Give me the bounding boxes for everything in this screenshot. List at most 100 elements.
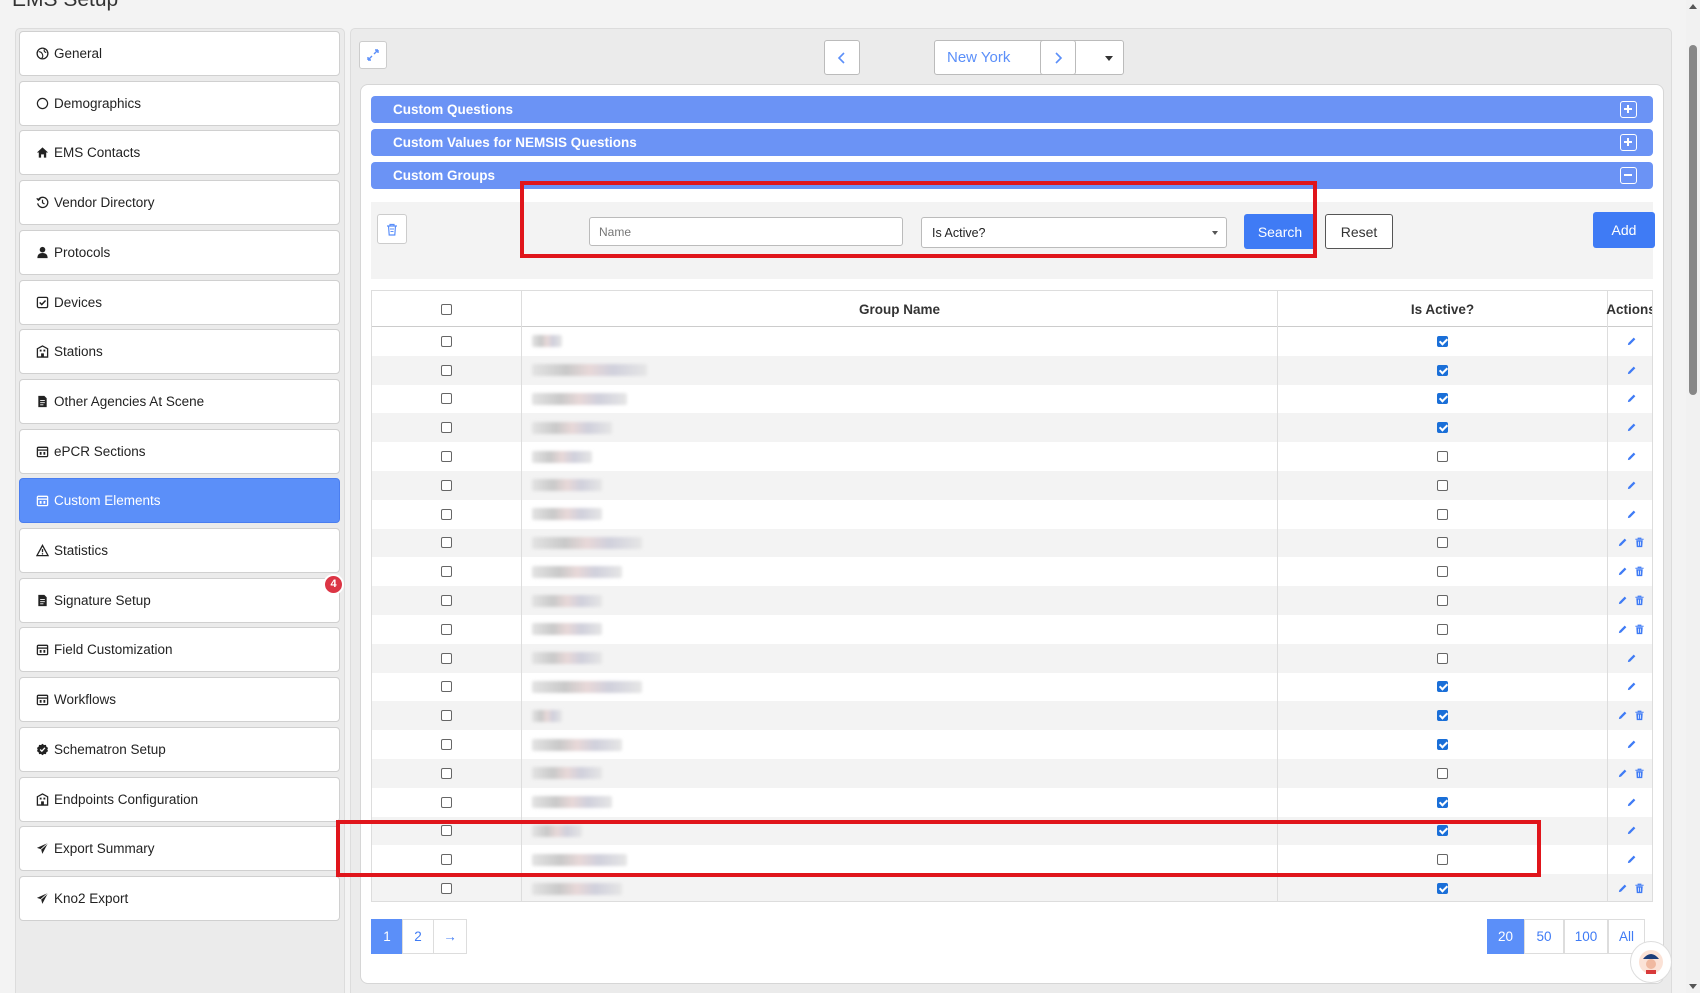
is-active-checkbox[interactable] — [1437, 883, 1448, 895]
scroll-down-icon[interactable] — [1689, 984, 1697, 989]
edit-pencil-icon[interactable] — [1617, 537, 1628, 548]
edit-pencil-icon[interactable] — [1617, 624, 1628, 635]
row-select-checkbox[interactable] — [441, 767, 452, 779]
sidebar-item[interactable]: Endpoints Configuration — [19, 776, 340, 822]
is-active-checkbox[interactable] — [1437, 796, 1448, 808]
edit-pencil-icon[interactable] — [1617, 883, 1628, 894]
is-active-checkbox[interactable] — [1437, 623, 1448, 635]
is-active-checkbox[interactable] — [1437, 825, 1448, 837]
is-active-checkbox[interactable] — [1437, 595, 1448, 607]
edit-pencil-icon[interactable] — [1626, 365, 1637, 376]
sidebar-item[interactable]: Workflows — [19, 677, 340, 723]
is-active-checkbox[interactable] — [1437, 566, 1448, 578]
sidebar-item[interactable]: Protocols — [19, 229, 340, 275]
custom-values-header[interactable]: Custom Values for NEMSIS Questions — [371, 129, 1653, 156]
row-select-checkbox[interactable] — [441, 335, 452, 347]
is-active-checkbox[interactable] — [1437, 739, 1448, 751]
custom-groups-header[interactable]: Custom Groups — [371, 162, 1653, 189]
expand-button[interactable] — [359, 41, 387, 69]
row-select-checkbox[interactable] — [441, 508, 452, 520]
is-active-select[interactable]: Is Active? — [921, 217, 1227, 248]
edit-pencil-icon[interactable] — [1626, 797, 1637, 808]
row-select-checkbox[interactable] — [441, 825, 452, 837]
is-active-checkbox[interactable] — [1437, 451, 1448, 463]
sidebar-item[interactable]: ePCR Sections — [19, 428, 340, 474]
edit-pencil-icon[interactable] — [1617, 710, 1628, 721]
header-is-active[interactable]: Is Active? — [1278, 291, 1608, 327]
page-size-100-button[interactable]: 100 — [1564, 919, 1608, 954]
row-select-checkbox[interactable] — [441, 479, 452, 491]
sidebar-item[interactable]: Statistics — [19, 528, 340, 573]
page-2-button[interactable]: 2 — [402, 919, 434, 954]
row-select-checkbox[interactable] — [441, 739, 452, 751]
edit-pencil-icon[interactable] — [1626, 854, 1637, 865]
edit-pencil-icon[interactable] — [1617, 595, 1628, 606]
select-all-checkbox[interactable] — [441, 303, 452, 315]
is-active-checkbox[interactable] — [1437, 364, 1448, 376]
row-select-checkbox[interactable] — [441, 854, 452, 866]
search-button[interactable]: Search — [1244, 214, 1316, 249]
sidebar-item[interactable]: Field Customization — [19, 627, 340, 673]
is-active-checkbox[interactable] — [1437, 393, 1448, 405]
edit-pencil-icon[interactable] — [1626, 422, 1637, 433]
delete-trash-icon[interactable] — [1634, 883, 1645, 894]
is-active-checkbox[interactable] — [1437, 422, 1448, 434]
edit-pencil-icon[interactable] — [1617, 768, 1628, 779]
is-active-checkbox[interactable] — [1437, 479, 1448, 491]
bulk-delete-button[interactable] — [377, 214, 407, 244]
edit-pencil-icon[interactable] — [1626, 825, 1637, 836]
edit-pencil-icon[interactable] — [1626, 336, 1637, 347]
edit-pencil-icon[interactable] — [1626, 393, 1637, 404]
sidebar-item[interactable]: Other Agencies At Scene — [19, 378, 340, 424]
row-select-checkbox[interactable] — [441, 422, 452, 434]
is-active-checkbox[interactable] — [1437, 767, 1448, 779]
delete-trash-icon[interactable] — [1634, 566, 1645, 577]
page-size-50-button[interactable]: 50 — [1524, 919, 1564, 954]
prev-location-button[interactable] — [824, 40, 860, 75]
is-active-checkbox[interactable] — [1437, 537, 1448, 549]
is-active-checkbox[interactable] — [1437, 854, 1448, 866]
page-size-20-button[interactable]: 20 — [1487, 919, 1524, 954]
edit-pencil-icon[interactable] — [1626, 739, 1637, 750]
edit-pencil-icon[interactable] — [1626, 509, 1637, 520]
row-select-checkbox[interactable] — [441, 681, 452, 693]
header-group-name[interactable]: Group Name — [522, 291, 1278, 327]
page-scrollbar[interactable] — [1686, 0, 1700, 993]
sidebar-item[interactable]: Devices — [19, 279, 340, 325]
sidebar-item[interactable]: Export Summary — [19, 826, 340, 872]
sidebar-item[interactable]: Stations — [19, 329, 340, 375]
is-active-checkbox[interactable] — [1437, 681, 1448, 693]
scroll-thumb[interactable] — [1689, 45, 1697, 395]
row-select-checkbox[interactable] — [441, 566, 452, 578]
plus-square-icon[interactable] — [1620, 134, 1637, 151]
sidebar-item[interactable]: General — [19, 31, 340, 76]
delete-trash-icon[interactable] — [1634, 710, 1645, 721]
sidebar-item[interactable]: Demographics — [19, 80, 340, 126]
sidebar-item[interactable]: Custom Elements — [19, 478, 340, 524]
reset-button[interactable]: Reset — [1325, 214, 1393, 249]
chat-widget-button[interactable] — [1630, 941, 1672, 983]
edit-pencil-icon[interactable] — [1626, 653, 1637, 664]
header-select-all[interactable] — [372, 291, 522, 327]
sidebar-item[interactable]: EMS Contacts — [19, 130, 340, 176]
sidebar-item[interactable]: Kno2 Export — [19, 875, 340, 921]
next-page-button[interactable]: → — [433, 919, 467, 954]
scroll-up-icon[interactable] — [1689, 4, 1697, 9]
is-active-checkbox[interactable] — [1437, 335, 1448, 347]
sidebar-item[interactable]: Signature Setup 4 — [19, 573, 344, 623]
delete-trash-icon[interactable] — [1634, 595, 1645, 606]
delete-trash-icon[interactable] — [1634, 768, 1645, 779]
page-1-button[interactable]: 1 — [371, 919, 403, 954]
row-select-checkbox[interactable] — [441, 796, 452, 808]
row-select-checkbox[interactable] — [441, 623, 452, 635]
row-select-checkbox[interactable] — [441, 537, 452, 549]
delete-trash-icon[interactable] — [1634, 537, 1645, 548]
row-select-checkbox[interactable] — [441, 710, 452, 722]
row-select-checkbox[interactable] — [441, 883, 452, 895]
edit-pencil-icon[interactable] — [1626, 480, 1637, 491]
is-active-checkbox[interactable] — [1437, 508, 1448, 520]
row-select-checkbox[interactable] — [441, 451, 452, 463]
edit-pencil-icon[interactable] — [1626, 451, 1637, 462]
minus-square-icon[interactable] — [1620, 167, 1637, 184]
next-location-button[interactable] — [1040, 40, 1076, 75]
